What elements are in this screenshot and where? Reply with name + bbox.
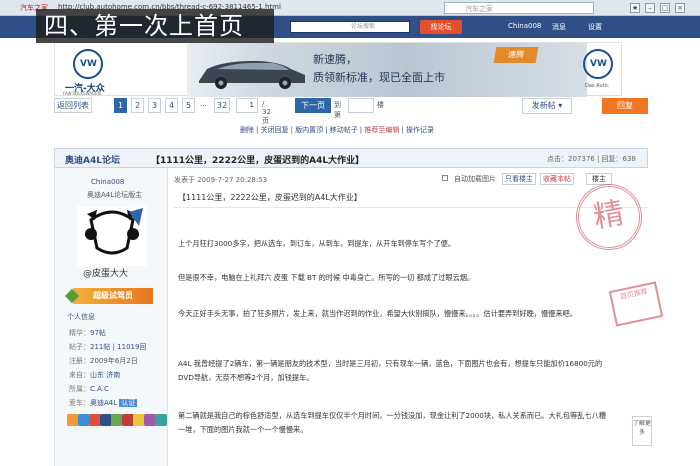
certified-badge: 认证 [119, 399, 138, 407]
ad-banner[interactable]: 一汽-大众 FAW-VOLKSWAGEN 新速腾， 质领新标准，现已全面上市 速… [54, 42, 622, 97]
avatar[interactable] [77, 206, 147, 266]
tools-icon[interactable]: ★ [630, 3, 640, 13]
post-paragraph: A4L 我曾经提了2辆车，第一辆是朋友的技术型，当时是三月初，只有现车一辆，蓝色… [178, 359, 603, 382]
thread-header: 奥迪A4L论坛 【1111公里，2222公里，皮蛋迟到的A4L大作业】 点击：2… [54, 148, 648, 168]
info-row: 爱车：奥迪A4L 认证 [69, 399, 138, 407]
admin-link-log[interactable]: 操作记录 [406, 126, 434, 134]
nav-username[interactable]: China008 [508, 22, 541, 30]
medal-icon[interactable] [155, 414, 167, 426]
goto-floor-suffix: 楼 [377, 101, 384, 109]
author-role: 奥迪A4L论坛版主 [87, 191, 143, 199]
banner-badge: 速腾 [493, 47, 539, 63]
admin-link-recommend[interactable]: 推荐至编辑 [364, 126, 399, 134]
author-username[interactable]: China008 [91, 178, 124, 186]
info-row: 注册：2009年6月2日 [69, 357, 138, 365]
admin-link-pin[interactable]: 版内置顶 [295, 126, 323, 134]
post-paragraph: 第二辆就是我自己的棕色舒适型，从选车到提车仅仅半个月时间，一分钱没加，现金让利了… [178, 411, 606, 434]
close-icon[interactable]: × [675, 3, 685, 13]
reply-button[interactable]: 回复 [602, 98, 648, 114]
forum-name-link[interactable]: 奥迪A4L论坛 [65, 153, 120, 166]
admin-link-move[interactable]: 移动帖子 [330, 126, 358, 134]
total-pages: / 32 页 [262, 100, 271, 125]
post-paragraph: 上个月狂打3000多字，把从选车，到订车，从到车，到提车，从开车到停车写个了便。 [178, 239, 456, 248]
goto-floor-label: 到第 [334, 101, 341, 119]
post-title: 【1111公里，2222公里，皮蛋迟到的A4L大作业】 [178, 193, 362, 202]
vw-right-logo-icon [583, 49, 613, 79]
banner-slogan-line2: 质领新标准，现已全面上市 [313, 71, 445, 84]
dropdown-caret-icon: ▾ [558, 101, 563, 110]
only-author-button[interactable]: 只看楼主 [502, 173, 536, 185]
user-panel: China008 奥迪A4L论坛版主 @皮蛋大大 超级试驾员 个人信息 精华：9… [54, 168, 168, 466]
overlay-title: 四、第一次上首页 [36, 9, 274, 43]
page-button[interactable]: 3 [148, 98, 161, 113]
nav-messages[interactable]: 消息 [552, 22, 566, 32]
info-row: 来自：山东 济南 [69, 371, 121, 379]
favorite-button[interactable]: 收藏本帖 [540, 173, 574, 185]
info-row: 精华：97帖 [69, 329, 106, 337]
post-meta: 发表于 2009-7-27 20:28:53 [174, 176, 268, 184]
post-paragraph: 但是很不幸，电脑在上礼拜六 皮蛋 下载 BT 的时候 中毒身亡。所写的一切 都成… [178, 273, 475, 282]
thread-title: 【1111公里，2222公里，皮蛋迟到的A4L大作业】 [151, 156, 365, 166]
browser-search-input[interactable]: 汽车之家 [444, 2, 594, 14]
post-paragraph: 今天正好手头无事，拍了狂多照片，发上来，就当作迟到的作业，希望大伙别搞队，慢慢来… [178, 309, 577, 318]
side-help-button[interactable]: 了解更多 [632, 416, 652, 446]
info-row: 帖子：211帖 | 11019回 [69, 343, 147, 351]
forum-search-input[interactable]: 论坛搜索 [290, 21, 410, 33]
page-jump-input[interactable]: 1 [236, 98, 258, 113]
page-ellipsis: ... [200, 100, 207, 108]
personal-info-link[interactable]: 个人信息 [67, 312, 95, 322]
new-post-button[interactable]: 发新帖 ▾ [522, 98, 572, 114]
super-tester-badge: 超级试驾员 [73, 288, 153, 304]
autoload-images-label: 自动加载图片 [454, 175, 496, 183]
nav-settings[interactable]: 设置 [588, 22, 602, 32]
car-image-icon [199, 61, 305, 89]
back-to-list-button[interactable]: 返回列表 [54, 98, 92, 113]
admin-link-close-reply[interactable]: 关闭回复 [261, 126, 289, 134]
find-forum-button[interactable]: 找论坛 [420, 20, 462, 34]
minimize-icon[interactable]: – [645, 3, 655, 13]
admin-links: 删除 | 关闭回复 | 版内置顶 | 移动帖子 | 推荐至编辑 | 操作记录 [240, 126, 434, 134]
next-page-button[interactable]: 下一页 [295, 98, 331, 113]
page-button[interactable]: 4 [165, 98, 178, 113]
goto-floor-input[interactable] [348, 98, 374, 113]
thread-stats: 点击：207376 | 回复：638 [547, 155, 636, 163]
info-row: 所属：C.A.C [69, 385, 109, 393]
page-button[interactable]: 5 [182, 98, 195, 113]
maximize-icon[interactable]: □ [660, 3, 670, 13]
page-button[interactable]: 32 [214, 98, 230, 113]
vw-logo-icon [73, 49, 103, 79]
page-button[interactable]: 2 [131, 98, 144, 113]
banner-right-label: Das Auto. [585, 83, 610, 89]
new-post-label: 发新帖 [531, 101, 556, 110]
banner-brand-sub: FAW-VOLKSWAGEN [63, 91, 101, 96]
page-button[interactable]: 1 [114, 98, 127, 113]
autoload-images-checkbox[interactable] [442, 175, 448, 181]
author-handle: @皮蛋大大 [83, 269, 129, 279]
admin-link-delete[interactable]: 删除 [240, 126, 254, 134]
banner-slogan-line1: 新速腾， [313, 53, 357, 66]
homepage-stamp: 首页推荐 [608, 281, 664, 327]
